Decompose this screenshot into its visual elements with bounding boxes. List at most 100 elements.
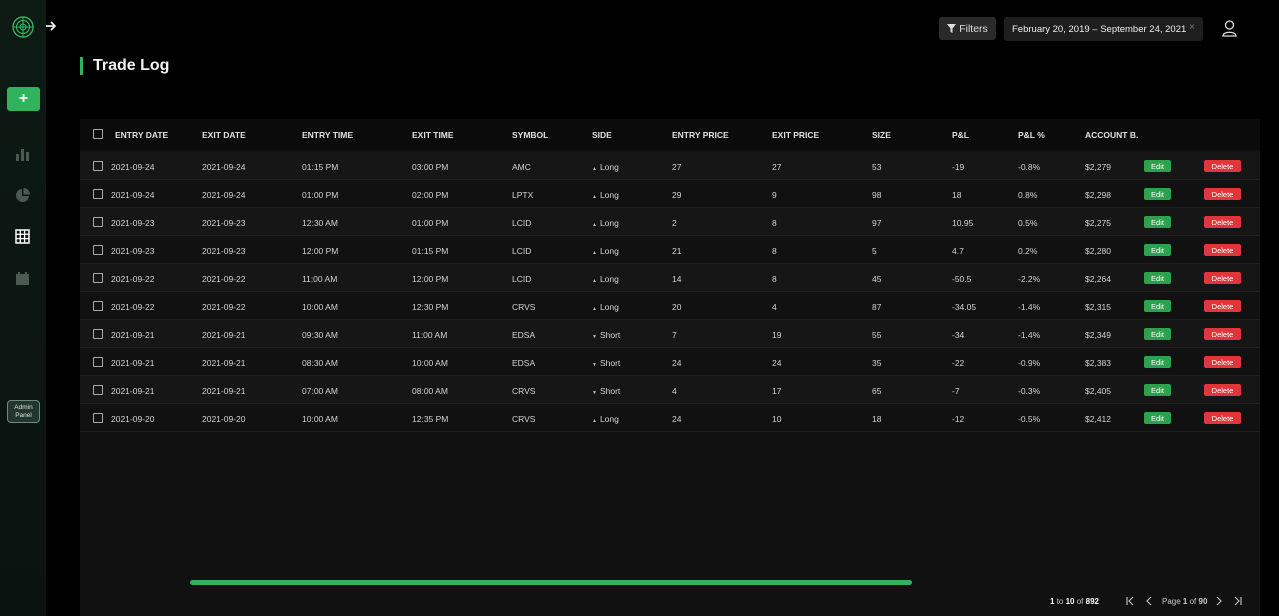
row-checkbox[interactable] (93, 161, 103, 171)
cell-pnl-pct: -0.3% (1018, 386, 1041, 396)
row-checkbox[interactable] (93, 413, 103, 423)
add-trade-button[interactable]: + (7, 87, 40, 111)
table-row[interactable]: 2021-09-24 2021-09-24 01:15 PM 03:00 PM AMC ▲… (80, 152, 1260, 180)
cell-symbol: LCID (512, 274, 532, 284)
calendar-icon[interactable] (15, 271, 30, 286)
row-checkbox[interactable] (93, 217, 103, 227)
cell-account: $2,275 (1085, 218, 1111, 228)
table-row[interactable]: 2021-09-21 2021-09-21 08:30 AM 10:00 AM EDSA… (80, 348, 1260, 376)
side-label: Long (599, 190, 619, 200)
next-page-icon[interactable] (1214, 595, 1224, 607)
edit-button[interactable]: Edit (1144, 216, 1171, 228)
cell-size: 5 (872, 246, 877, 256)
pie-chart-icon[interactable] (15, 188, 30, 203)
column-header[interactable]: ENTRY PRICE (672, 130, 729, 140)
prev-page-icon[interactable] (1144, 595, 1154, 607)
column-header[interactable]: SIDE (592, 130, 612, 140)
column-header[interactable]: EXIT TIME (412, 130, 454, 140)
table-row[interactable]: 2021-09-23 2021-09-23 12:00 PM 01:15 PM LCID… (80, 236, 1260, 264)
cell-entry-price: 29 (672, 190, 682, 200)
column-header[interactable]: SIZE (872, 130, 891, 140)
cell-exit-time: 12:30 PM (412, 302, 449, 312)
table-row[interactable]: 2021-09-21 2021-09-21 07:00 AM 08:00 AM CRVS… (80, 376, 1260, 404)
column-header[interactable]: ENTRY DATE (115, 130, 168, 140)
cell-entry-time: 08:30 AM (302, 358, 338, 368)
row-checkbox[interactable] (93, 301, 103, 311)
edit-button[interactable]: Edit (1144, 300, 1171, 312)
side-indicator-icon: ▲ (592, 306, 597, 312)
horizontal-scrollbar[interactable] (190, 580, 912, 585)
cell-account: $2,280 (1085, 246, 1111, 256)
table-row[interactable]: 2021-09-22 2021-09-22 10:00 AM 12:30 PM CRVS… (80, 292, 1260, 320)
cell-pnl: -34.05 (952, 302, 977, 312)
delete-button[interactable]: Delete (1204, 188, 1241, 200)
table-row[interactable]: 2021-09-22 2021-09-22 11:00 AM 12:00 PM LCID… (80, 264, 1260, 292)
table-row[interactable]: 2021-09-20 2021-09-20 10:00 AM 12:35 PM CRVS… (80, 404, 1260, 432)
user-profile-icon[interactable] (1222, 20, 1237, 37)
cell-pnl-pct: -1.4% (1018, 330, 1041, 340)
edit-button[interactable]: Edit (1144, 412, 1171, 424)
table-row[interactable]: 2021-09-23 2021-09-23 12:30 AM 01:00 PM LCID… (80, 208, 1260, 236)
column-header[interactable]: EXIT PRICE (772, 130, 819, 140)
cell-side: ▲ Long (592, 218, 619, 228)
cell-entry-time: 01:15 PM (302, 162, 339, 172)
cell-entry-price: 24 (672, 358, 682, 368)
cell-exit-price: 19 (772, 330, 782, 340)
expand-sidebar-arrow-icon[interactable] (45, 20, 57, 32)
admin-panel-button[interactable]: Admin Panel (7, 400, 40, 423)
table-row[interactable]: 2021-09-24 2021-09-24 01:00 PM 02:00 PM LPTX… (80, 180, 1260, 208)
cell-size: 97 (872, 218, 882, 228)
column-header[interactable]: ACCOUNT B. (1085, 130, 1138, 140)
delete-button[interactable]: Delete (1204, 384, 1241, 396)
cell-side: ▼ Short (592, 330, 620, 340)
date-range-picker[interactable]: February 20, 2019 – September 24, 2021 × (1004, 17, 1203, 41)
edit-button[interactable]: Edit (1144, 328, 1171, 340)
edit-button[interactable]: Edit (1144, 272, 1171, 284)
delete-button[interactable]: Delete (1204, 300, 1241, 312)
cell-entry-time: 09:30 AM (302, 330, 338, 340)
table-row[interactable]: 2021-09-21 2021-09-21 09:30 AM 11:00 AM EDSA… (80, 320, 1260, 348)
delete-button[interactable]: Delete (1204, 356, 1241, 368)
row-checkbox[interactable] (93, 329, 103, 339)
filters-button[interactable]: Filters (939, 17, 996, 40)
cell-entry-time: 07:00 AM (302, 386, 338, 396)
cell-size: 35 (872, 358, 882, 368)
row-checkbox[interactable] (93, 189, 103, 199)
delete-button[interactable]: Delete (1204, 412, 1241, 424)
delete-button[interactable]: Delete (1204, 244, 1241, 256)
edit-button[interactable]: Edit (1144, 384, 1171, 396)
edit-button[interactable]: Edit (1144, 356, 1171, 368)
cell-entry-date: 2021-09-20 (111, 414, 155, 424)
column-header[interactable]: SYMBOL (512, 130, 548, 140)
cell-exit-date: 2021-09-22 (202, 302, 246, 312)
cell-pnl: -12 (952, 414, 965, 424)
table-grid-icon[interactable] (15, 229, 30, 244)
column-header[interactable]: EXIT DATE (202, 130, 246, 140)
clear-date-icon[interactable]: × (1189, 22, 1195, 33)
edit-button[interactable]: Edit (1144, 160, 1171, 172)
edit-button[interactable]: Edit (1144, 244, 1171, 256)
page-indicator: Page 1 of 90 (1162, 597, 1208, 606)
delete-button[interactable]: Delete (1204, 328, 1241, 340)
row-checkbox[interactable] (93, 357, 103, 367)
row-checkbox[interactable] (93, 245, 103, 255)
column-header[interactable]: P&L (952, 130, 969, 140)
logo-icon[interactable] (12, 16, 34, 38)
column-header[interactable]: ENTRY TIME (302, 130, 353, 140)
cell-side: ▲ Long (592, 246, 619, 256)
bar-chart-icon[interactable] (15, 147, 30, 162)
delete-button[interactable]: Delete (1204, 272, 1241, 284)
delete-button[interactable]: Delete (1204, 216, 1241, 228)
edit-button[interactable]: Edit (1144, 188, 1171, 200)
side-label: Long (599, 218, 619, 228)
column-header[interactable]: P&L % (1018, 130, 1045, 140)
select-all-checkbox[interactable] (93, 129, 103, 139)
cell-entry-date: 2021-09-21 (111, 386, 155, 396)
last-page-icon[interactable] (1233, 595, 1243, 607)
delete-button[interactable]: Delete (1204, 160, 1241, 172)
cell-entry-date: 2021-09-24 (111, 162, 155, 172)
first-page-icon[interactable] (1125, 595, 1135, 607)
row-checkbox[interactable] (93, 385, 103, 395)
cell-pnl: 4.7 (952, 246, 964, 256)
row-checkbox[interactable] (93, 273, 103, 283)
